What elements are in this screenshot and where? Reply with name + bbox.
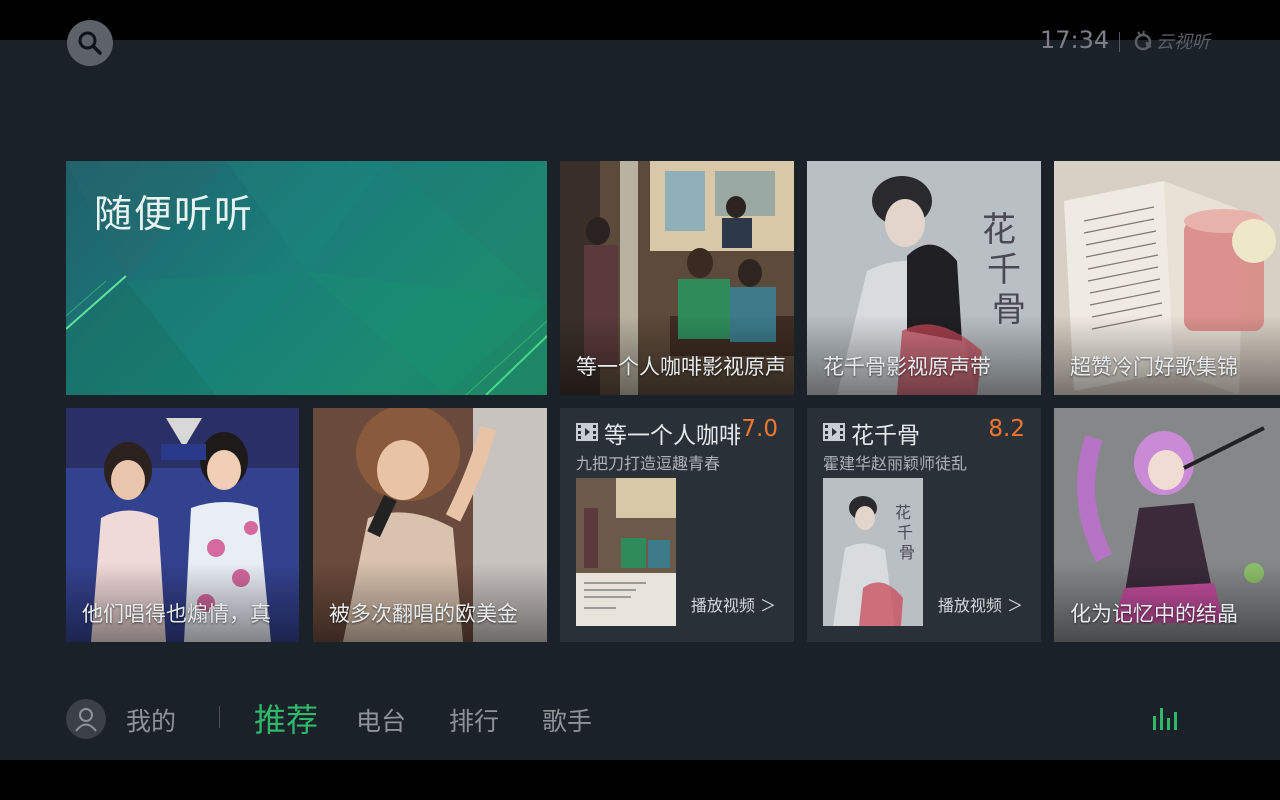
movie-subtitle: 九把刀打造逗趣青春 [576, 454, 721, 473]
hero-title: 随便听听 [94, 192, 255, 236]
svg-text:骨: 骨 [899, 543, 915, 562]
app-screen [0, 40, 1280, 760]
tile-hua-qian-gu-soundtrack[interactable]: 花 千 骨 花千骨影视原声带 [807, 161, 1041, 395]
svg-text:花: 花 [895, 503, 911, 522]
tab-mine[interactable]: 我的 [126, 702, 176, 738]
movie-poster-thumbnail: 花 千 骨 [823, 478, 923, 626]
clock: 17:34 [1040, 26, 1110, 54]
film-icon [576, 423, 598, 441]
bottom-black-bar [0, 760, 1280, 800]
bottom-navigation: 我的 推荐 电台 排行 歌手 [0, 690, 1280, 746]
svg-text:千: 千 [987, 250, 1021, 290]
nav-divider [219, 706, 220, 728]
movie-card-cafe[interactable]: 等一个人咖啡 7.0 九把刀打造逗趣青春 播放视频 ＞ [560, 408, 794, 642]
play-video-link[interactable]: 播放视频 ＞ [691, 592, 776, 616]
movie-title: 花千骨 [851, 423, 920, 449]
now-playing-equalizer-icon[interactable] [1152, 704, 1182, 730]
tile-voice-singers[interactable]: 他们唱得也煽情，真 [66, 408, 299, 642]
tile-label: 他们唱得也煽情，真 [82, 602, 271, 626]
movie-card-hua-qian-gu[interactable]: 花千骨 8.2 霍建华赵丽颖师徒乱 花 千 骨 播放视频 ＞ [807, 408, 1041, 642]
brand-icon [1134, 30, 1152, 51]
film-icon [823, 423, 845, 441]
search-button[interactable] [67, 20, 113, 66]
svg-text:千: 千 [897, 523, 913, 542]
search-icon [78, 31, 102, 55]
tile-label: 超赞冷门好歌集锦 [1070, 355, 1238, 379]
tile-cold-songs[interactable]: 超赞冷门好歌集锦 [1054, 161, 1280, 395]
movie-subtitle: 霍建华赵丽颖师徒乱 [823, 454, 968, 473]
tab-radio[interactable]: 电台 [356, 702, 406, 738]
movie-title: 等一个人咖啡 [604, 423, 740, 449]
tile-label: 化为记忆中的结晶 [1070, 602, 1238, 626]
cafe-poster-image [576, 478, 676, 626]
movie-poster-thumbnail [576, 478, 676, 626]
svg-text:花: 花 [982, 210, 1016, 250]
tab-recommend[interactable]: 推荐 [254, 695, 318, 741]
user-icon [75, 708, 97, 732]
tile-label: 等一个人咖啡影视原声 [576, 355, 786, 379]
avatar[interactable] [66, 699, 106, 739]
movie-score: 7.0 [741, 416, 778, 442]
play-video-link[interactable]: 播放视频 ＞ [938, 592, 1023, 616]
tile-label: 被多次翻唱的欧美金 [329, 602, 518, 626]
brand-name: 云视听 [1156, 32, 1210, 53]
hua-qian-gu-poster-image: 花 千 骨 [823, 478, 923, 626]
header-divider [1119, 32, 1120, 52]
tile-memory-crystal[interactable]: 化为记忆中的结晶 [1054, 408, 1280, 642]
tile-cafe-soundtrack[interactable]: 等一个人咖啡影视原声 [560, 161, 794, 395]
tab-singer[interactable]: 歌手 [542, 702, 592, 738]
brand-logo: 云视听 [1132, 28, 1210, 54]
random-listen-tile[interactable]: 随便听听 [66, 161, 547, 395]
tile-cover-songs[interactable]: 被多次翻唱的欧美金 [313, 408, 547, 642]
movie-score: 8.2 [988, 416, 1025, 442]
tile-label: 花千骨影视原声带 [823, 355, 991, 379]
tab-rank[interactable]: 排行 [449, 702, 499, 738]
